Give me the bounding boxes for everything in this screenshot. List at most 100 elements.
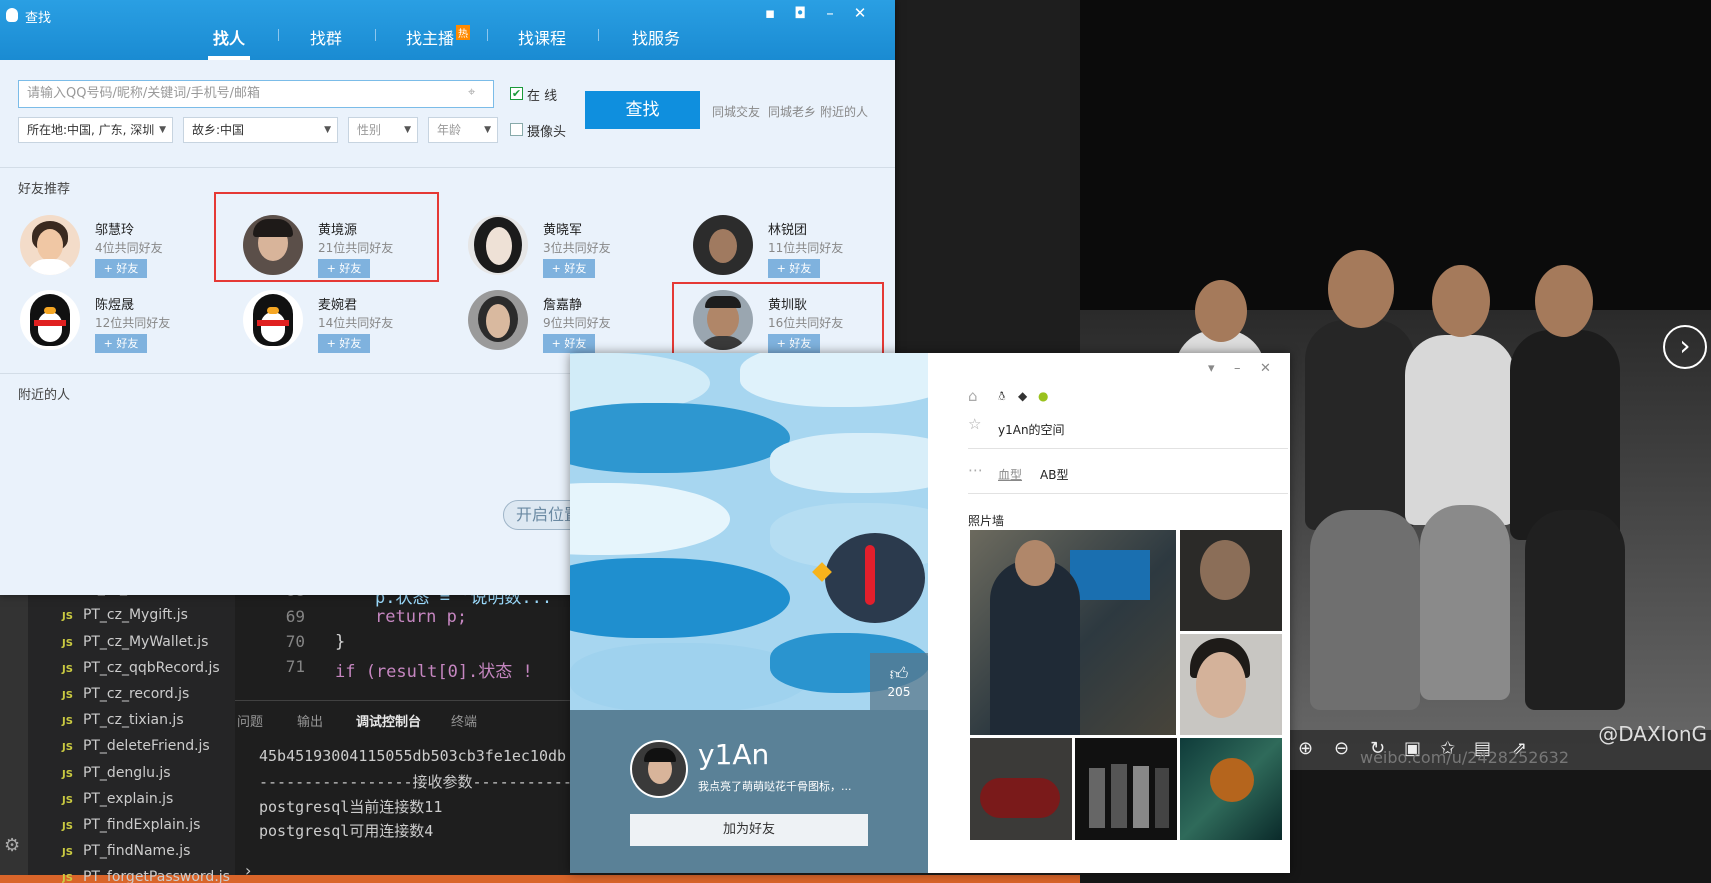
friend-card[interactable]: 陈煜晟 12位共同好友 + 好友 (20, 290, 225, 360)
file-item[interactable]: JS PT_cz_Mygift.js (62, 602, 188, 628)
active-tab-indicator (208, 56, 250, 60)
location-dropdown[interactable]: 所在地:中国, 广东, 深圳 ▼ (18, 117, 173, 143)
qq-penguin-icon (253, 294, 293, 346)
next-photo-button[interactable]: › (1663, 325, 1707, 369)
qzone-link[interactable]: y1An的空间 (998, 421, 1065, 438)
file-item[interactable]: JS PT_deleteFriend.js (62, 733, 210, 759)
friend-card[interactable]: 林锐团 11位共同好友 + 好友 (693, 215, 898, 285)
file-item[interactable]: JS PT_findExplain.js (62, 812, 200, 838)
console-line: 45b45193004115055db503cb3fe1ec10db (259, 747, 567, 765)
photo-wall-image[interactable] (970, 738, 1072, 840)
chevron-down-icon: ▼ (159, 125, 166, 135)
avatar[interactable] (693, 215, 753, 275)
diamond-badge-icon[interactable]: ◆ (1018, 389, 1034, 405)
file-item[interactable]: JS PT_cz_record.js (62, 681, 189, 707)
friend-name[interactable]: 陈煜晟 (95, 294, 134, 313)
add-friend-button[interactable]: + 好友 (543, 259, 595, 278)
close-button[interactable]: ✕ (1260, 361, 1271, 376)
age-dropdown[interactable]: 年龄 ▼ (428, 117, 498, 143)
tab-separator (487, 29, 488, 41)
avatar[interactable] (468, 215, 528, 275)
gender-dropdown[interactable]: 性别 ▼ (348, 117, 418, 143)
settings-gear-icon[interactable]: ⚙ (4, 835, 20, 856)
friend-name[interactable]: 詹嘉静 (543, 294, 582, 313)
add-friend-button[interactable]: 加为好友 (630, 814, 868, 846)
blood-type-value: AB型 (1040, 468, 1069, 482)
avatar[interactable] (20, 215, 80, 275)
tab-terminal[interactable]: 终端 (451, 711, 477, 730)
tab-find-service[interactable]: 找服务 (632, 25, 680, 49)
feedback-icon[interactable]: ▪ (760, 4, 780, 22)
photo-wall-image[interactable] (1180, 530, 1282, 631)
minimize-button[interactable]: – (820, 4, 840, 22)
file-item[interactable]: JS PT_cz_tixian.js (62, 707, 184, 733)
search-button[interactable]: 查找 (585, 91, 700, 129)
online-checkbox[interactable]: ✔ (510, 87, 523, 100)
pet-badge-icon[interactable]: ● (1038, 389, 1054, 405)
profile-avatar[interactable] (630, 740, 688, 798)
level-icon: ⌂ (968, 387, 978, 405)
tab-find-people[interactable]: 找人 (213, 25, 245, 49)
profile-signature: 我点亮了萌萌哒花千骨图标，... (698, 780, 852, 793)
friend-card[interactable]: 詹嘉静 9位共同好友 + 好友 (468, 290, 673, 360)
file-item[interactable]: JS PT_denglu.js (62, 760, 171, 786)
like-button[interactable]: 👍︎ 205 (870, 653, 928, 710)
add-friend-button[interactable]: + 好友 (95, 259, 147, 278)
tab-find-course[interactable]: 找课程 (518, 25, 566, 49)
add-friend-button[interactable]: + 好友 (95, 334, 147, 353)
file-item[interactable]: JS PT_findName.js (62, 838, 190, 864)
js-file-icon: JS (62, 821, 73, 832)
friend-name[interactable]: 林锐团 (768, 219, 807, 238)
tab-find-group[interactable]: 找群 (310, 25, 342, 49)
file-item[interactable]: JS PT_explain.js (62, 786, 173, 812)
skin-icon[interactable]: ◘ (790, 4, 810, 22)
tab-find-streamer[interactable]: 找主播热 (406, 25, 471, 49)
photo-wall-image[interactable] (970, 530, 1176, 735)
avatar[interactable] (468, 290, 528, 350)
star-icon: ☆ (968, 415, 982, 433)
photo-wall-image[interactable] (1075, 738, 1177, 840)
location-pin-icon[interactable]: ⌖ (468, 85, 475, 100)
close-button[interactable]: ✕ (850, 4, 870, 22)
divider (968, 448, 1288, 449)
js-file-icon: JS (62, 847, 73, 858)
search-input[interactable]: 请输入QQ号码/昵称/关键词/手机号/邮箱 (18, 80, 494, 108)
photo-wall-image[interactable] (1180, 738, 1282, 840)
friend-card[interactable]: 黄晓军 3位共同好友 + 好友 (468, 215, 673, 285)
tab-separator (598, 29, 599, 41)
avatar[interactable] (20, 290, 80, 350)
person-shorts (1420, 505, 1510, 700)
file-item[interactable]: JS PT_forgetPassword.js (62, 864, 230, 883)
add-friend-button[interactable]: + 好友 (543, 334, 595, 353)
hometown-dropdown[interactable]: 故乡:中国 ▼ (183, 117, 338, 143)
file-item[interactable]: JS PT_cz_qqbRecord.js (62, 655, 220, 681)
minimize-button[interactable]: – (1234, 361, 1241, 376)
tab-problems[interactable]: 问题 (237, 711, 263, 730)
code-line: return p; (375, 607, 468, 627)
add-friend-button[interactable]: + 好友 (318, 334, 370, 353)
add-friend-button[interactable]: + 好友 (768, 259, 820, 278)
online-label: 在 线 (527, 89, 558, 104)
avatar[interactable] (243, 290, 303, 350)
link-same-hometown[interactable]: 同城老乡 (768, 103, 816, 120)
photo-wall-image[interactable] (1180, 634, 1282, 735)
blood-type-label: 血型 (998, 468, 1023, 482)
link-nearby-people[interactable]: 附近的人 (820, 103, 868, 120)
friend-name[interactable]: 邬慧玲 (95, 219, 134, 238)
friend-card[interactable]: 邬慧玲 4位共同好友 + 好友 (20, 215, 225, 285)
profile-card: 👍︎ 205 y1An 我点亮了萌萌哒花千骨图标，... 加为好友 ▾ – ✕ … (570, 353, 1290, 873)
friend-name[interactable]: 麦婉君 (318, 294, 357, 313)
zoom-in-icon[interactable]: ⊕ (1298, 738, 1313, 759)
tab-output[interactable]: 输出 (297, 711, 323, 730)
zoom-out-icon[interactable]: ⊖ (1334, 738, 1349, 759)
link-same-city-friends[interactable]: 同城交友 (712, 103, 760, 120)
vip-badge-icon[interactable]: 🐧︎ (998, 389, 1014, 405)
friend-card[interactable]: 麦婉君 14位共同好友 + 好友 (243, 290, 448, 360)
tab-debug-console[interactable]: 调试控制台 (356, 711, 421, 730)
penguin-head-decoration (825, 533, 925, 623)
camera-checkbox[interactable] (510, 123, 523, 136)
menu-dropdown-icon[interactable]: ▾ (1208, 361, 1215, 376)
friend-name[interactable]: 黄晓军 (543, 219, 582, 238)
file-item[interactable]: JS PT_cz_MyWallet.js (62, 629, 208, 655)
tab-separator (375, 29, 376, 41)
